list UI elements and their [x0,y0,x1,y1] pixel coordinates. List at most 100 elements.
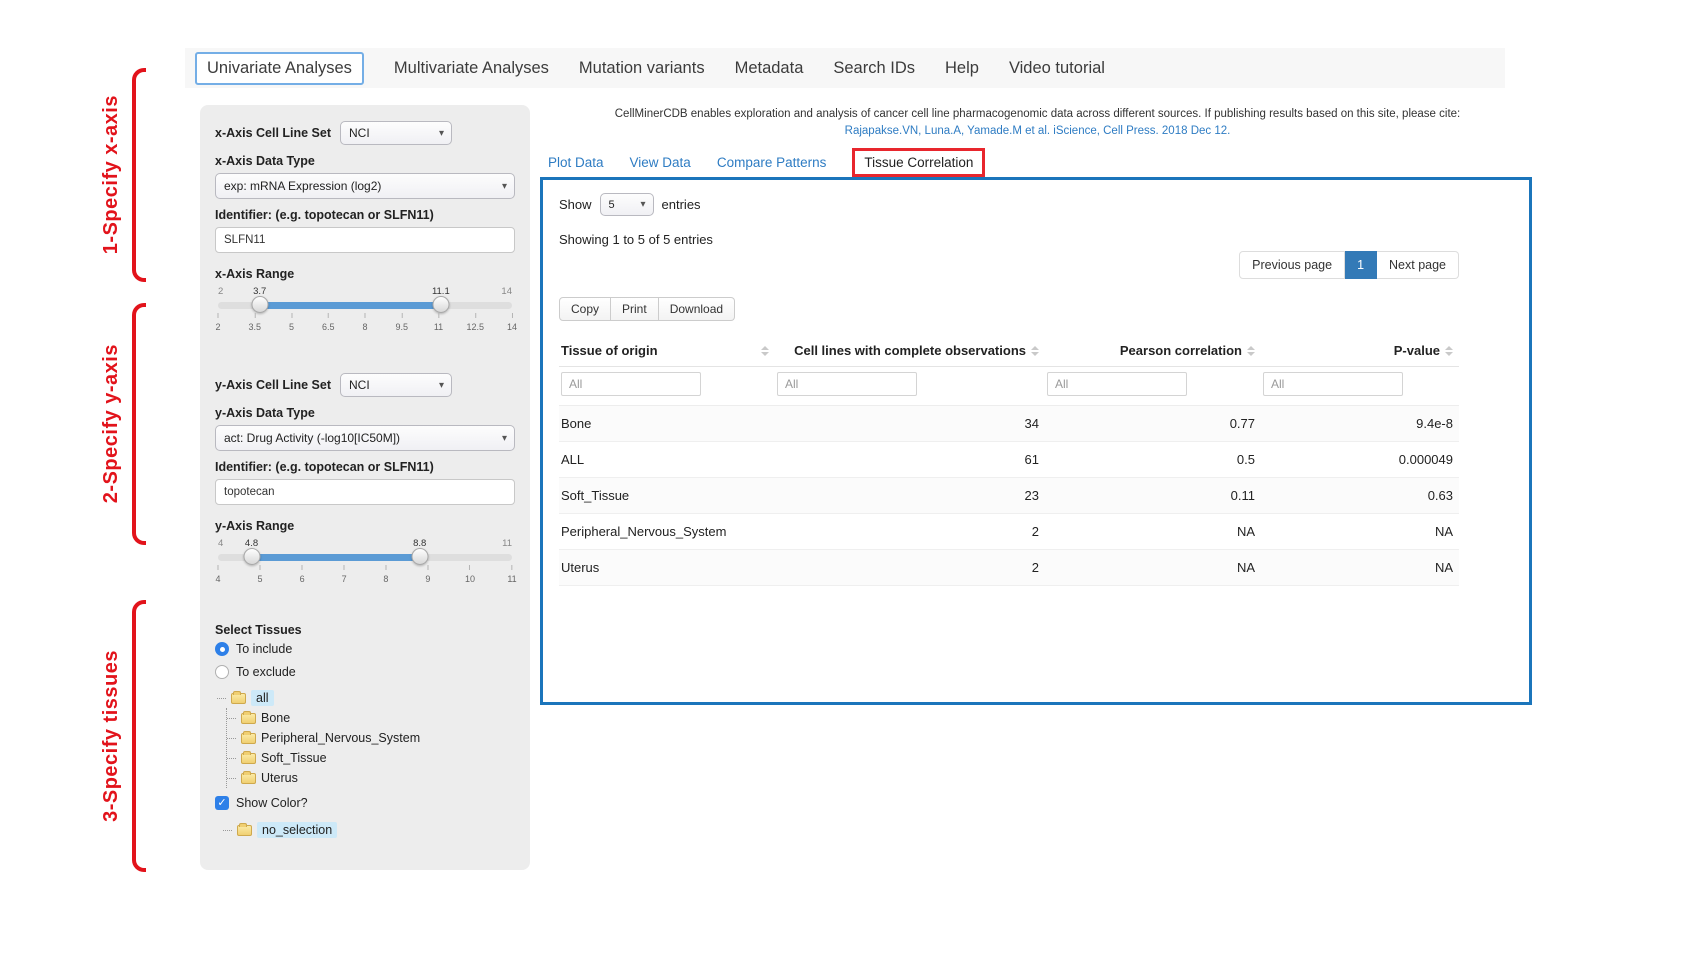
tab-multivariate-analyses[interactable]: Multivariate Analyses [394,59,549,78]
pagination-previous[interactable]: Previous page [1239,251,1345,279]
tree-connector [223,830,232,831]
cell-count: 23 [775,478,1045,514]
radio-exclude[interactable]: To exclude [215,665,515,679]
subtab-view-data[interactable]: View Data [630,155,691,170]
chevron-down-icon: ▾ [502,433,507,444]
show-color-row[interactable]: ✓ Show Color? [215,796,515,810]
x-range-handle-left[interactable] [251,296,268,313]
header-row: Tissue of origin Cell lines with complet… [559,335,1459,367]
y-range-fill [252,554,420,561]
tab-search-ids[interactable]: Search IDs [833,59,915,78]
x-range-tick: 5 [289,313,294,333]
y-cell-line-set-value: NCI [349,378,370,392]
tab-univariate-analyses[interactable]: Univariate Analyses [195,52,364,85]
tab-video-tutorial[interactable]: Video tutorial [1009,59,1105,78]
tab-metadata[interactable]: Metadata [735,59,804,78]
y-cell-line-set-select[interactable]: NCI ▾ [340,373,452,397]
annotation-step-2: 2-Specify y-axis [100,303,146,545]
sort-icon[interactable] [1031,346,1039,356]
column-header-pearson[interactable]: Pearson correlation [1045,335,1261,367]
filter-input-pvalue[interactable] [1263,372,1403,396]
radio-include-label: To include [236,642,292,656]
chevron-down-icon: ▾ [439,380,444,391]
cell-tissue: ALL [559,442,775,478]
annotation-bracket [132,68,146,282]
show-entries-select[interactable]: 5 ▾ [600,193,654,216]
table-row: Bone 34 0.77 9.4e-8 [559,406,1459,442]
folder-icon [241,773,256,784]
y-range-tick: 8 [383,565,388,585]
y-range-tick: 10 [465,565,475,585]
tree-node-uterus[interactable]: Uterus [227,768,515,788]
radio-exclude-control[interactable] [215,665,229,679]
tree-children: Bone Peripheral_Nervous_System Soft_Tiss… [226,708,515,788]
citation-link[interactable]: Rajapakse.VN, Luna.A, Yamade.M et al. iS… [545,123,1530,140]
copy-button[interactable]: Copy [559,297,611,321]
x-data-type-select[interactable]: exp: mRNA Expression (log2) ▾ [215,173,515,199]
annotation-bracket [132,600,146,872]
cell-count: 2 [775,550,1045,586]
tree-node-soft-tissue[interactable]: Soft_Tissue [227,748,515,768]
column-header-cell-lines[interactable]: Cell lines with complete observations [775,335,1045,367]
cell-tissue: Soft_Tissue [559,478,775,514]
filter-input-pearson[interactable] [1047,372,1187,396]
x-range-tick: 14 [507,313,517,333]
entries-label: entries [662,197,701,212]
pagination-next[interactable]: Next page [1377,251,1459,279]
citation-text: CellMinerCDB enables exploration and ana… [545,106,1530,123]
show-color-checkbox[interactable]: ✓ [215,796,229,810]
y-range-handle-left[interactable] [243,548,260,565]
y-range-tick: 4 [215,565,220,585]
radio-include-control[interactable] [215,642,229,656]
subtab-plot-data[interactable]: Plot Data [548,155,604,170]
filter-input-cell-lines[interactable] [777,372,917,396]
cell-pvalue: NA [1261,550,1459,586]
x-range-tick: 3.5 [248,313,261,333]
cell-count: 34 [775,406,1045,442]
y-range-handle-right[interactable] [411,548,428,565]
column-header-pvalue[interactable]: P-value [1261,335,1459,367]
y-range-values: 4 4.8 8.8 11 [218,538,512,551]
tree-connector [227,718,236,719]
filter-input-tissue[interactable] [561,372,701,396]
cell-pvalue: 9.4e-8 [1261,406,1459,442]
sort-icon[interactable] [761,346,769,356]
x-range-track[interactable] [218,302,512,309]
tab-help[interactable]: Help [945,59,979,78]
cell-count: 2 [775,514,1045,550]
tree-node-bone-label: Bone [261,711,290,725]
folder-icon [241,713,256,724]
subtab-compare-patterns[interactable]: Compare Patterns [717,155,827,170]
subtab-tissue-correlation[interactable]: Tissue Correlation [852,148,985,177]
citation: CellMinerCDB enables exploration and ana… [545,106,1530,141]
y-range-tick: 9 [425,565,430,585]
tree-node-bone[interactable]: Bone [227,708,515,728]
y-range-min: 4 [218,538,223,549]
x-identifier-label: Identifier: (e.g. topotecan or SLFN11) [215,208,515,222]
y-range-track[interactable] [218,554,512,561]
tree-connector [227,778,236,779]
results-table: Tissue of origin Cell lines with complet… [559,335,1459,586]
download-button[interactable]: Download [659,297,735,321]
radio-include[interactable]: To include [215,642,515,656]
sort-icon[interactable] [1247,346,1255,356]
print-button[interactable]: Print [611,297,659,321]
cell-tissue: Uterus [559,550,775,586]
x-range-handle-right[interactable] [432,296,449,313]
y-data-type-select[interactable]: act: Drug Activity (-log10[IC50M]) ▾ [215,425,515,451]
tree-connector [227,738,236,739]
x-cell-line-set-select[interactable]: NCI ▾ [340,121,452,145]
cell-tissue: Peripheral_Nervous_System [559,514,775,550]
x-identifier-input[interactable] [215,227,515,253]
column-header-tissue[interactable]: Tissue of origin [559,335,775,367]
sort-icon[interactable] [1445,346,1453,356]
tab-mutation-variants[interactable]: Mutation variants [579,59,705,78]
y-range-max: 11 [502,538,512,549]
pagination-page-1[interactable]: 1 [1345,251,1377,279]
y-identifier-input[interactable] [215,479,515,505]
tree-connector [217,698,226,699]
tree-node-no-selection[interactable]: no_selection [223,820,515,840]
tree-node-peripheral-nervous-system[interactable]: Peripheral_Nervous_System [227,728,515,748]
y-range-grid: 4 5 6 7 8 9 10 11 [218,565,512,585]
tree-node-all[interactable]: all [217,688,515,708]
